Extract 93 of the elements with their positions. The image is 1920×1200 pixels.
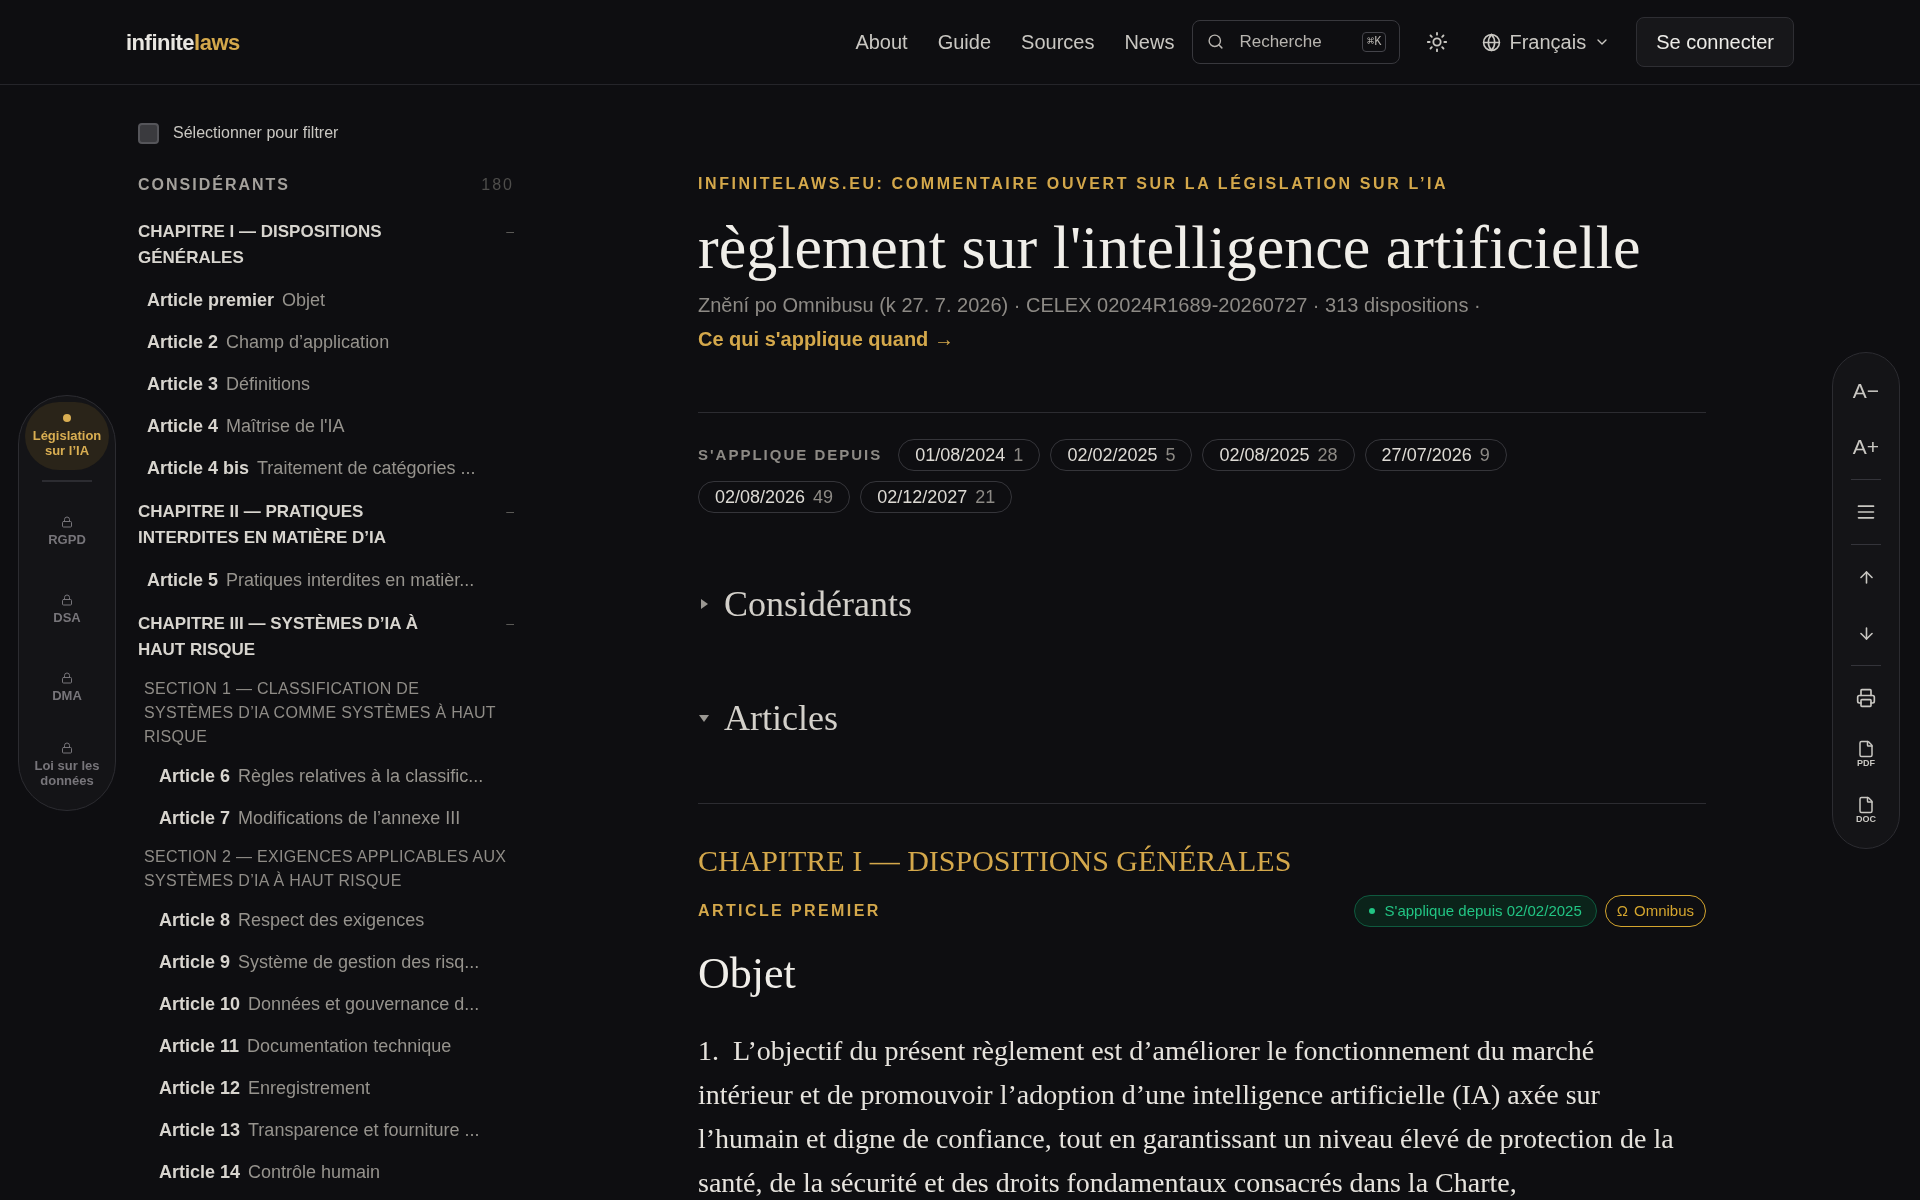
chapter-heading[interactable]: CHAPITRE II — PRATIQUES INTERDITES EN MATIÈRE D’IA [138,499,438,551]
article-number: Article 5 [147,568,219,592]
article-number: Article 8 [159,908,231,932]
law-tab[interactable]: DSA [25,570,109,648]
download-button[interactable]: PDF [1842,726,1890,782]
article-title: Enregistrement [248,1076,371,1100]
article-link[interactable]: Article 2 Champ d’application [138,321,514,363]
site-logo[interactable]: infinitelaws [126,25,240,59]
law-tab[interactable]: Loi sur les données [25,726,109,804]
article-link[interactable]: Article 4 Maîtrise de l'IA [138,405,514,447]
article-link[interactable]: Article 3 Définitions [138,363,514,405]
chapter-heading[interactable]: CHAPITRE III — SYSTÈMES D’IA À HAUT RISQUE [138,611,438,663]
article-title: Traitement de catégories ... [257,456,476,480]
article-link[interactable]: Article 4 bis Traitement de catégories ... [138,447,514,489]
applies-label: S'APPLIQUE DEPUIS [698,444,883,465]
file-icon [1857,740,1875,758]
section-toggle[interactable]: Articles [698,691,838,745]
law-tab[interactable]: RGPD [25,492,109,570]
article-link[interactable]: Article 8 Respect des exigences [138,899,514,941]
font-size-button[interactable]: A− [1842,363,1890,419]
file-icon [1857,796,1875,814]
article-title: Pratiques interdites en matièr... [226,568,475,592]
article-number: Article 9 [159,950,231,974]
article-title: Objet [698,948,797,1000]
page-title: règlement sur l'intelligence artificielle [698,212,1642,282]
search-icon [1207,33,1225,50]
article-title: Objet [282,288,326,312]
article-title: Transparence et fourniture ... [248,1118,480,1142]
recitals-count: 180 [481,175,514,195]
nav-link[interactable]: Sources [1021,27,1095,57]
globe-icon [1482,32,1502,52]
filter-checkbox[interactable] [138,122,159,144]
article-number: Article 2 [147,330,219,354]
article-title: Définitions [226,372,311,396]
chapter-heading[interactable]: CHAPITRE I — DISPOSITIONS GÉNÉRALES [138,219,438,271]
shortcut-key: ⌘K [1362,32,1387,52]
document-meta: Znění po Omnibusu (k 27. 7. 2026) · CELEX 02024R1689-20260727 · 313 dispositions · [698,293,1482,318]
article-number: Article 4 [147,414,219,438]
article-title: Règles relatives à la classific... [238,764,484,788]
article-number: Article 14 [159,1160,241,1184]
article-link[interactable]: Article 10 Données et gouvernance d... [138,983,514,1025]
article-link[interactable]: Article 6 Règles relatives à la classific... [138,755,514,797]
nav-link[interactable]: News [1124,27,1175,57]
chapter-title: CHAPITRE I — DISPOSITIONS GÉNÉRALES [698,843,1293,879]
nav-link[interactable]: Guide [937,27,992,57]
lines-icon [1856,502,1876,522]
article-title: Respect des exigences [238,908,425,932]
nav-link[interactable]: About [855,27,908,57]
section-toggle[interactable]: Considérants [698,577,912,631]
download-button[interactable]: DOC [1842,782,1890,838]
timeline-link[interactable]: Ce qui s'applique quand → [698,324,1706,354]
article-number: Article 6 [159,764,231,788]
article-number: Article 4 bis [147,456,250,480]
caret-right-icon [698,598,710,610]
law-tab[interactable]: Législation sur l’IA [25,402,109,470]
article-number: Article 3 [147,372,219,396]
article-paragraph: 1. L’objectif du présent règlement est d’améliorer le fonctionnement du marché intérieur et de promouvoir l’adoption d’une intelligence artificielle (IA) axée sur l’humain et digne de confiance, tout en garantissant un niveau élevé de protection de la santé, de la sécurité et des droits fondamentaux consacrés dans la Charte, [698,1034,1675,1200]
section-heading[interactable]: SECTION 2 — EXIGENCES APPLICABLES AUX SYSTÈMES D’IA À HAUT RISQUE [138,839,514,899]
print-icon [1856,688,1876,708]
article-number: Article 12 [159,1076,241,1100]
article-title: Champ d’application [226,330,390,354]
article-title: Système de gestion des risq... [238,950,480,974]
article-title: Maîtrise de l'IA [226,414,345,438]
article-title: Données et gouvernance d... [248,992,480,1016]
section-heading[interactable]: SECTION 1 — CLASSIFICATION DE SYSTÈMES D’IA COMME SYSTÈMES À HAUT RISQUE [138,671,514,755]
article-link[interactable]: Article 13 Transparence et fourniture ... [138,1109,514,1151]
eyebrow-title: INFINITELAWS.EU: COMMENTAIRE OUVERT SUR LA LÉGISLATION SUR L’IA [698,173,1450,194]
article-link[interactable]: Article 9 Système de gestion des risq... [138,941,514,983]
article-number: Article premier [147,288,275,312]
article-title: Modifications de l’annexe III [238,806,461,830]
article-title: Contrôle humain [248,1160,381,1184]
article-link[interactable]: Article 14 Contrôle humain [138,1151,514,1193]
article-link[interactable]: Article premier Objet [138,279,514,321]
article-number: Article 13 [159,1118,241,1142]
article-link[interactable]: Article 5 Pratiques interdites en matièr... [138,559,514,601]
article-link[interactable]: Article 12 Enregistrement [138,1067,514,1109]
law-tab[interactable]: DMA [25,648,109,726]
article-number: Article 11 [159,1034,240,1058]
article-link[interactable]: Article 7 Modifications de l’annexe III [138,797,514,839]
article-number: Article 10 [159,992,241,1016]
filter-label: Sélectionner pour filtrer [173,123,339,143]
language-select[interactable]: Français [1482,27,1611,57]
article-link[interactable]: Article 11 Documentation technique [138,1025,514,1067]
font-size-button[interactable]: A+ [1842,419,1890,475]
theme-toggle[interactable] [1426,31,1449,53]
article-title: Documentation technique [247,1034,452,1058]
status-badge: S'applique depuis 02/02/2025 [1353,895,1597,927]
caret-down-icon [698,712,710,724]
login-button[interactable]: Se connecter [1636,17,1794,67]
article-label: ARTICLE PREMIER [698,901,881,921]
sun-icon [1426,31,1449,53]
article-number: Article 7 [159,806,231,830]
recitals-link[interactable]: CONSIDÉRANTS [138,173,290,197]
